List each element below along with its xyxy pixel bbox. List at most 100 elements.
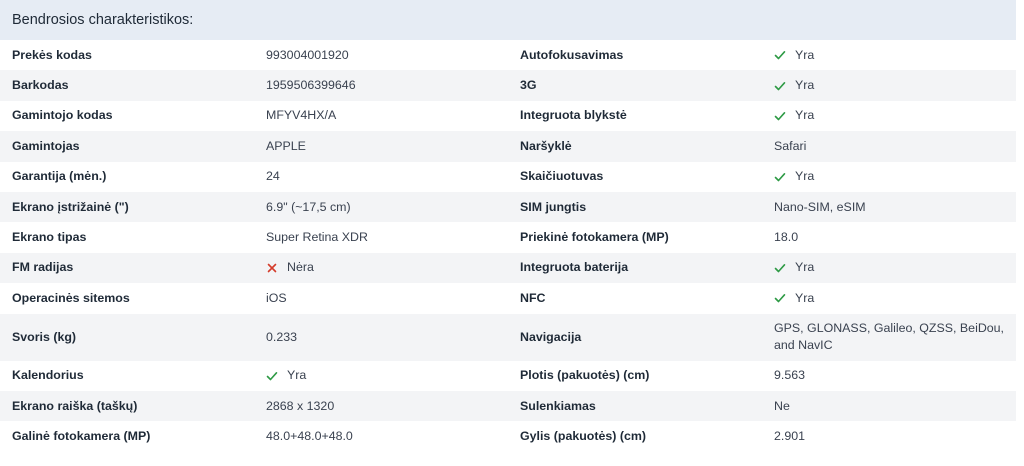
spec-value-cell: 2868 x 1320 (254, 398, 508, 415)
check-icon (774, 171, 786, 183)
cross-icon (266, 262, 278, 274)
spec-value-cell: 9.563 (762, 367, 1016, 384)
spec-value-cell: 48.0+48.0+48.0 (254, 428, 508, 445)
spec-label: Operacinės sitemos (12, 290, 130, 305)
spec-label: Naršyklė (520, 138, 572, 153)
spec-value-cell: Yra (762, 168, 1016, 185)
spec-value-cell: iOS (254, 290, 508, 307)
spec-label: Kalendorius (12, 368, 84, 383)
spec-value: Yra (795, 47, 815, 62)
spec-row: Ekrano raiška (taškų) 2868 x 1320 Sulenkia… (0, 390, 1016, 422)
spec-row: Ekrano tipas Super Retina XDR Priekinė fot… (0, 222, 1016, 252)
spec-value-cell: 993004001920 (254, 47, 508, 64)
spec-value: Ne (774, 398, 790, 413)
spec-value: Nėra (287, 260, 314, 275)
spec-label: Skaičiuotuvas (520, 169, 604, 184)
spec-value: 6.9" (~17,5 cm) (266, 199, 351, 214)
spec-value-cell: Yra (762, 290, 1016, 307)
spec-value: MFYV4HX/A (266, 108, 337, 123)
spec-label: Gamintojo kodas (12, 108, 113, 123)
spec-label: Integruota blykstė (520, 108, 627, 123)
spec-row: Prekės kodas 993004001920 Autofokusavimas Y… (0, 40, 1016, 70)
spec-value: Nano-SIM, eSIM (774, 199, 866, 214)
spec-value-cell: Super Retina XDR (254, 229, 508, 246)
spec-label: SIM jungtis (520, 199, 587, 214)
spec-value: Super Retina XDR (266, 230, 368, 245)
spec-value: Yra (795, 260, 815, 275)
spec-label: Integruota baterija (520, 260, 629, 275)
spec-value-cell: 24 (254, 168, 508, 185)
spec-label: Priekinė fotokamera (MP) (520, 230, 669, 245)
spec-label: Navigacija (520, 329, 582, 344)
spec-value: GPS, GLONASS, Galileo, QZSS, BeiDou, and… (774, 321, 1005, 353)
spec-value: 0.233 (266, 329, 298, 344)
spec-label: 3G (520, 78, 537, 93)
spec-row: Gamintojas APPLE Naršyklė Safari (0, 131, 1016, 162)
spec-value: Yra (795, 108, 815, 123)
spec-value-cell: Yra (762, 107, 1016, 124)
spec-label: Ekrano įstrižainė (") (12, 199, 129, 214)
spec-panel-title: Bendrosios charakteristikos: (12, 12, 194, 28)
spec-table: Prekės kodas 993004001920 Autofokusavimas Y… (0, 40, 1016, 452)
spec-value: 1959506399646 (266, 78, 356, 93)
spec-label: Prekės kodas (12, 47, 92, 62)
spec-row: Garantija (mėn.) 24 Skaičiuotuvas Yra (0, 162, 1016, 192)
spec-value: Yra (795, 169, 815, 184)
spec-label: Ekrano raiška (taškų) (12, 398, 138, 413)
spec-value: 48.0+48.0+48.0 (266, 428, 353, 443)
spec-label: Gamintojas (12, 138, 80, 153)
spec-value-cell: Nėra (254, 259, 508, 276)
spec-label: Plotis (pakuotės) (cm) (520, 368, 650, 383)
spec-label: Galinė fotokamera (MP) (12, 428, 151, 443)
spec-value-cell: Nano-SIM, eSIM (762, 199, 1016, 216)
check-icon (774, 292, 786, 304)
spec-panel-header: Bendrosios charakteristikos: (0, 0, 1016, 40)
spec-value: Yra (795, 290, 815, 305)
spec-label: Svoris (kg) (12, 329, 77, 344)
spec-value-cell: 2.901 (762, 428, 1016, 445)
check-icon (774, 80, 786, 92)
spec-value: 2868 x 1320 (266, 398, 335, 413)
spec-value-cell: 1959506399646 (254, 77, 508, 94)
check-icon (774, 49, 786, 61)
spec-label: Sulenkiamas (520, 398, 596, 413)
spec-label: Ekrano tipas (12, 230, 87, 245)
spec-value: APPLE (266, 138, 306, 153)
spec-value: 2.901 (774, 428, 806, 443)
spec-value: 24 (266, 169, 280, 184)
spec-label: FM radijas (12, 260, 74, 275)
spec-label: Autofokusavimas (520, 47, 624, 62)
spec-row: Galinė fotokamera (MP) 48.0+48.0+48.0 Gyli… (0, 421, 1016, 451)
spec-value: 993004001920 (266, 47, 349, 62)
spec-value-cell: Yra (762, 77, 1016, 94)
spec-row: Barkodas 1959506399646 3G Yra (0, 70, 1016, 101)
spec-value: Safari (774, 138, 807, 153)
spec-row: Svoris (kg) 0.233 Navigacija GPS, GLONASS, … (0, 313, 1016, 361)
check-icon (774, 262, 786, 274)
spec-row: Operacinės sitemos iOS NFC Yra (0, 283, 1016, 313)
spec-label: Barkodas (12, 78, 69, 93)
spec-panel: Bendrosios charakteristikos: Prekės koda… (0, 0, 1016, 452)
spec-value-cell: Ne (762, 398, 1016, 415)
spec-label: Gylis (pakuotės) (cm) (520, 428, 646, 443)
spec-value-cell: 18.0 (762, 229, 1016, 246)
spec-row: Gamintojo kodas MFYV4HX/A Integruota blyks… (0, 101, 1016, 131)
spec-label: NFC (520, 290, 546, 305)
spec-row: Kalendorius Yra Plotis (pakuotės) (cm) 9.56… (0, 361, 1016, 391)
spec-value: Yra (287, 368, 307, 383)
spec-row: Ekrano įstrižainė (") 6.9" (~17,5 cm) SIM … (0, 191, 1016, 223)
spec-value-cell: APPLE (254, 138, 508, 155)
spec-value-cell: 0.233 (254, 329, 508, 346)
check-icon (774, 110, 786, 122)
spec-value-cell: MFYV4HX/A (254, 107, 508, 124)
spec-label: Garantija (mėn.) (12, 169, 107, 184)
spec-value-cell: Safari (762, 138, 1016, 155)
spec-value: iOS (266, 290, 287, 305)
spec-value-cell: 6.9" (~17,5 cm) (254, 199, 508, 216)
spec-value-cell: Yra (762, 259, 1016, 276)
check-icon (266, 370, 278, 382)
spec-value-cell: GPS, GLONASS, Galileo, QZSS, BeiDou, and… (762, 320, 1016, 354)
spec-value-cell: Yra (762, 47, 1016, 64)
spec-value: 18.0 (774, 230, 799, 245)
spec-value-cell: Yra (254, 367, 508, 384)
